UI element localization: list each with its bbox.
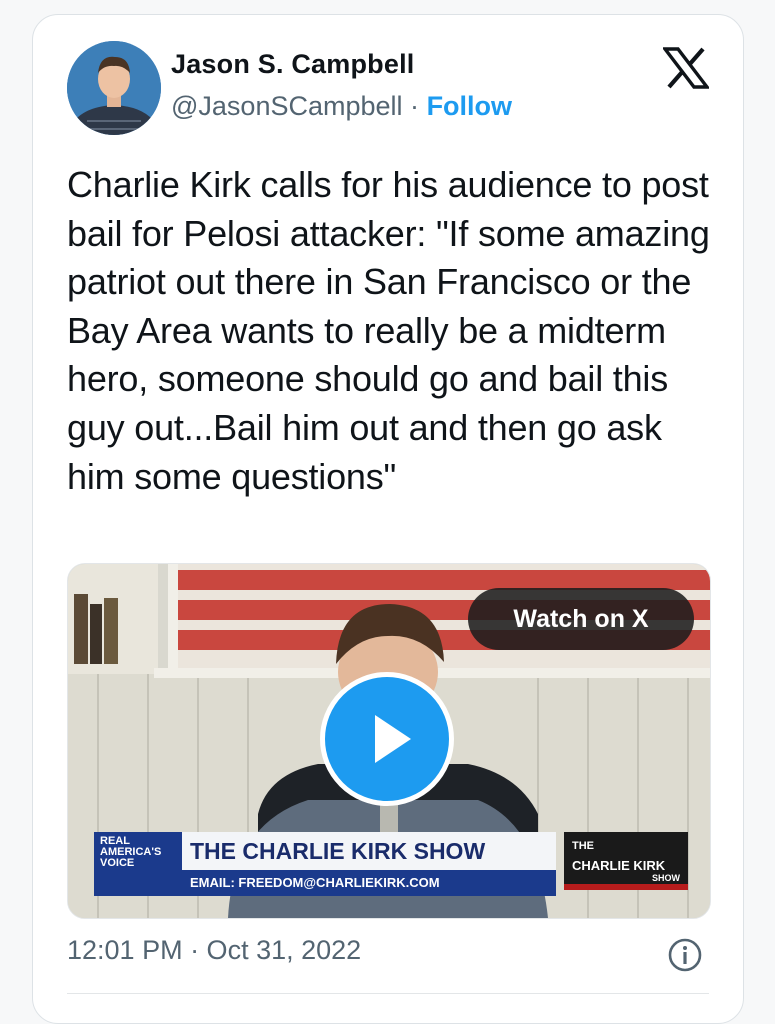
avatar-image: [67, 41, 161, 135]
avatar[interactable]: [67, 41, 161, 135]
show-logo-sub: SHOW: [652, 873, 680, 883]
network-logo: REAL AMERICA'S VOICE: [94, 832, 182, 896]
show-logo-small: THE: [572, 840, 594, 852]
show-email-banner: EMAIL: FREEDOM@CHARLIEKIRK.COM: [182, 870, 556, 896]
footer-divider: [67, 993, 709, 994]
tweet-embed-card: Jason S. Campbell @JasonSCampbell · Foll…: [32, 14, 744, 1024]
tweet-timestamp[interactable]: 12:01 PM · Oct 31, 2022: [67, 935, 361, 966]
play-button[interactable]: [320, 672, 454, 806]
watch-on-x-button[interactable]: Watch on X: [468, 588, 694, 650]
broadcast-lower-third: REAL AMERICA'S VOICE THE CHARLIE KIRK SH…: [94, 832, 688, 896]
show-title-banner: THE CHARLIE KIRK SHOW: [182, 832, 556, 870]
video-player[interactable]: Watch on X REAL AMERICA'S VOICE THE CHAR…: [67, 563, 711, 919]
show-logo-main: CHARLIE KIRK: [572, 858, 666, 873]
info-icon[interactable]: [667, 937, 703, 973]
x-logo-icon[interactable]: [663, 47, 709, 89]
tweet-text: Charlie Kirk calls for his audience to p…: [67, 164, 710, 497]
handle-row: @JasonSCampbell · Follow: [171, 91, 512, 122]
separator-dot: ·: [410, 91, 420, 121]
follow-button[interactable]: Follow: [427, 91, 512, 121]
play-icon: [375, 715, 411, 763]
author-name[interactable]: Jason S. Campbell: [171, 49, 414, 80]
author-handle[interactable]: @JasonSCampbell: [171, 91, 403, 121]
show-logo: THE CHARLIE KIRK SHOW: [564, 832, 688, 890]
